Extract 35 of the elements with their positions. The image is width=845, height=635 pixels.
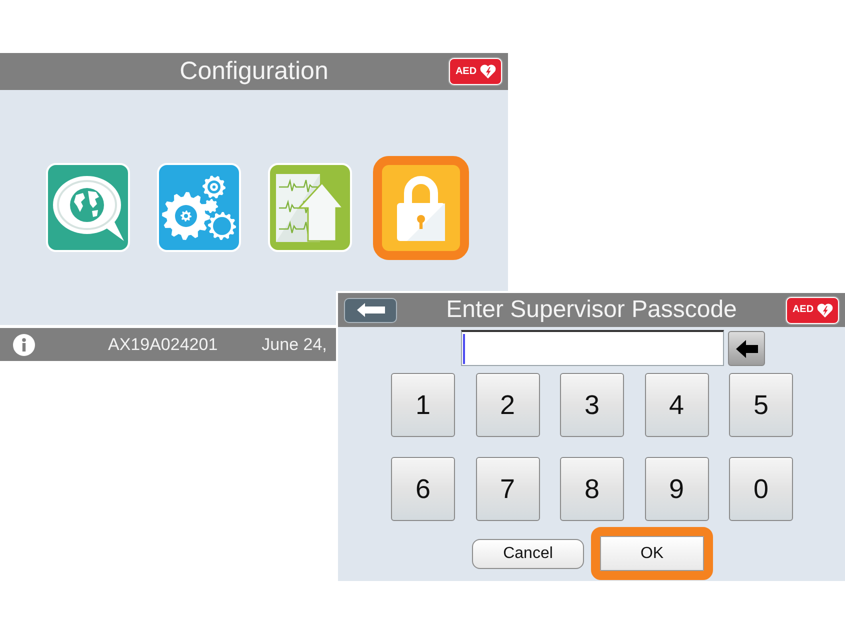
chart-upload-tile[interactable] bbox=[268, 163, 352, 252]
left-arrow-icon bbox=[736, 340, 758, 358]
keypad-key[interactable]: 0 bbox=[729, 457, 793, 521]
heart-bolt-icon bbox=[480, 64, 496, 79]
keypad-key[interactable]: 4 bbox=[644, 373, 708, 437]
aed-label: AED bbox=[455, 66, 477, 76]
keypad-key[interactable]: 5 bbox=[729, 373, 793, 437]
keypad-key[interactable]: 9 bbox=[644, 457, 708, 521]
heart-bolt-icon bbox=[816, 302, 833, 318]
padlock-tile[interactable] bbox=[372, 156, 468, 260]
gears-tile[interactable] bbox=[156, 163, 240, 252]
keypad-key[interactable]: 6 bbox=[391, 457, 455, 521]
back-button[interactable] bbox=[344, 298, 397, 322]
keypad-key[interactable]: 8 bbox=[560, 457, 624, 521]
info-icon[interactable] bbox=[13, 334, 35, 356]
date-text: June 24, bbox=[262, 336, 327, 353]
document-arrow-icon bbox=[276, 174, 344, 242]
dialog-title: Enter Supervisor Passcode bbox=[445, 298, 738, 322]
padlock-icon bbox=[396, 174, 444, 240]
keypad-key[interactable]: 1 bbox=[391, 373, 455, 437]
serial-number: AX19A024201 bbox=[108, 336, 218, 353]
aed-label: AED bbox=[792, 305, 814, 315]
screen-title: Configuration bbox=[180, 59, 328, 84]
passcode-field[interactable] bbox=[461, 330, 724, 366]
keypad-key[interactable]: 3 bbox=[560, 373, 624, 437]
keypad-key[interactable]: 7 bbox=[476, 457, 540, 521]
backspace-button[interactable] bbox=[728, 331, 765, 366]
keypad-key[interactable]: 2 bbox=[476, 373, 540, 437]
cancel-button[interactable]: Cancel bbox=[472, 538, 584, 568]
text-cursor-icon bbox=[463, 334, 465, 364]
ok-button[interactable]: OK bbox=[591, 527, 713, 580]
gears-icon bbox=[162, 174, 236, 240]
speech-bubble-globe-icon bbox=[52, 174, 124, 240]
globe-speech-tile[interactable] bbox=[46, 163, 130, 252]
left-arrow-icon bbox=[356, 303, 384, 317]
